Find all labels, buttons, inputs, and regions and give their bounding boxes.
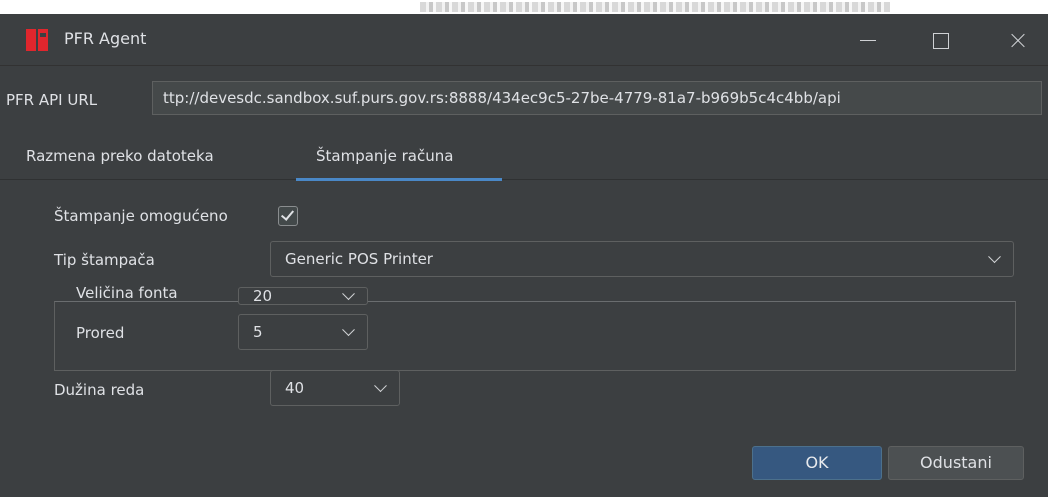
active-tab-indicator	[296, 178, 502, 181]
line-length-value: 40	[285, 379, 305, 397]
maximize-icon[interactable]	[924, 24, 956, 56]
chevron-down-icon	[342, 287, 355, 301]
tab-file-exchange[interactable]: Razmena preko datoteka	[26, 134, 296, 180]
printing-enabled-checkbox[interactable]	[278, 206, 298, 226]
ok-button[interactable]: OK	[752, 446, 882, 480]
printer-type-label: Tip štampača	[54, 251, 155, 269]
line-spacing-value: 5	[253, 323, 263, 341]
background-strip	[0, 0, 1048, 14]
font-size-select[interactable]: 20	[238, 287, 368, 305]
api-url-label: PFR API URL	[6, 91, 98, 109]
line-length-label: Dužina reda	[54, 381, 145, 399]
printer-type-select[interactable]: Generic POS Printer	[270, 241, 1014, 277]
background-content	[420, 2, 890, 12]
line-spacing-label: Prored	[76, 324, 125, 342]
cancel-button[interactable]: Odustani	[888, 446, 1024, 480]
checkmark-icon	[280, 207, 295, 221]
app-logo-icon	[26, 29, 48, 51]
tab-bar: Razmena preko datoteka Štampanje računa	[0, 134, 1048, 181]
font-size-label: Veličina fonta	[76, 284, 178, 302]
minimize-icon[interactable]	[852, 24, 884, 56]
font-size-value: 20	[253, 287, 273, 305]
close-icon[interactable]	[1002, 24, 1034, 56]
tab-receipt-printing[interactable]: Štampanje računa	[296, 134, 502, 181]
tab-label: Razmena preko datoteka	[26, 147, 214, 165]
tab-label: Štampanje računa	[316, 147, 454, 165]
chevron-down-icon	[342, 323, 355, 337]
line-length-select[interactable]: 40	[270, 370, 400, 406]
dialog-window: PFR Agent PFR API URL ttp://devesdc.sand…	[0, 14, 1048, 497]
title-bar[interactable]: PFR Agent	[0, 14, 1048, 66]
api-url-input[interactable]: ttp://devesdc.sandbox.suf.purs.gov.rs:88…	[152, 81, 1042, 115]
font-settings-group	[54, 301, 1016, 371]
chevron-down-icon	[374, 379, 387, 393]
chevron-down-icon	[988, 250, 1001, 264]
printing-enabled-label: Štampanje omogućeno	[54, 207, 228, 225]
line-spacing-select[interactable]: 5	[238, 314, 368, 350]
window-title: PFR Agent	[64, 29, 147, 48]
printer-type-value: Generic POS Printer	[285, 250, 433, 268]
